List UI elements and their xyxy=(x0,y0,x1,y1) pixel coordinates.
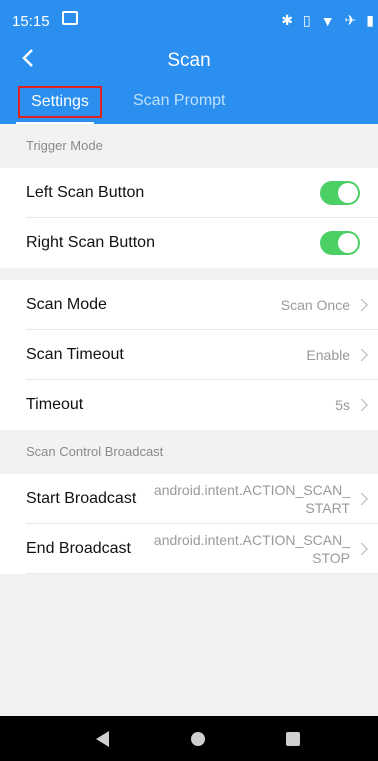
chevron-right-icon xyxy=(355,348,368,362)
row-label: Scan Timeout xyxy=(26,346,124,363)
battery-icon: ▮ xyxy=(366,12,374,28)
row-label: Timeout xyxy=(26,396,84,413)
status-icons: ✱ ▯ ▼ ✈ ▮ xyxy=(281,12,374,29)
row-value: android.intent.ACTION_SCAN_ START xyxy=(140,481,350,517)
row-scan-mode[interactable]: Scan Mode Scan Once xyxy=(0,280,378,330)
row-timeout[interactable]: Timeout 5s xyxy=(0,380,378,430)
notification-icon xyxy=(62,11,78,25)
row-value: Enable xyxy=(306,347,350,363)
system-nav-bar xyxy=(0,716,378,761)
row-end-broadcast[interactable]: End Broadcast android.intent.ACTION_SCAN… xyxy=(0,524,378,574)
value-line: STOP xyxy=(312,550,350,566)
value-line: android.intent.ACTION_SCAN_ xyxy=(153,532,350,548)
chevron-right-icon xyxy=(355,298,368,312)
nav-home-icon[interactable] xyxy=(191,732,205,746)
row-label: Left Scan Button xyxy=(26,184,145,201)
page-title: Scan xyxy=(167,50,211,71)
row-left-scan-button[interactable]: Left Scan Button xyxy=(0,168,378,218)
left-scan-toggle[interactable] xyxy=(320,181,360,205)
section-header-trigger-mode: Trigger Mode xyxy=(0,124,378,168)
wifi-icon: ▼ xyxy=(320,12,335,29)
row-label: Start Broadcast xyxy=(26,490,137,507)
nav-recent-apps-icon[interactable] xyxy=(286,732,300,746)
airplane-icon: ✈ xyxy=(344,12,357,28)
row-value: Scan Once xyxy=(280,297,350,313)
row-value: android.intent.ACTION_SCAN_ STOP xyxy=(140,531,350,567)
status-time: 15:15 xyxy=(12,13,50,30)
section-header-broadcast: Scan Control Broadcast xyxy=(0,430,378,474)
row-start-broadcast[interactable]: Start Broadcast android.intent.ACTION_SC… xyxy=(0,474,378,524)
bluetooth-icon: ✱ xyxy=(281,12,293,28)
row-right-scan-button[interactable]: Right Scan Button xyxy=(0,218,378,268)
row-label: End Broadcast xyxy=(26,540,131,557)
status-bar: 15:15 ✱ ▯ ▼ ✈ ▮ xyxy=(0,0,378,40)
row-scan-timeout[interactable]: Scan Timeout Enable xyxy=(0,330,378,380)
nav-back-icon[interactable] xyxy=(96,731,109,747)
row-value: 5s xyxy=(335,397,350,413)
value-line: android.intent.ACTION_SCAN_ xyxy=(153,482,350,498)
chevron-right-icon xyxy=(355,542,368,556)
vibrate-icon: ▯ xyxy=(302,12,311,28)
right-scan-toggle[interactable] xyxy=(320,231,360,255)
chevron-right-icon xyxy=(355,398,368,412)
chevron-right-icon xyxy=(355,492,368,506)
divider xyxy=(26,573,378,574)
row-label: Right Scan Button xyxy=(26,234,155,251)
app-bar: Scan Settings Scan Prompt xyxy=(0,40,378,124)
row-label: Scan Mode xyxy=(26,296,107,313)
tab-settings[interactable]: Settings xyxy=(18,86,102,118)
value-line: START xyxy=(305,500,350,516)
section-gap xyxy=(0,268,378,280)
tab-scan-prompt[interactable]: Scan Prompt xyxy=(133,92,225,110)
